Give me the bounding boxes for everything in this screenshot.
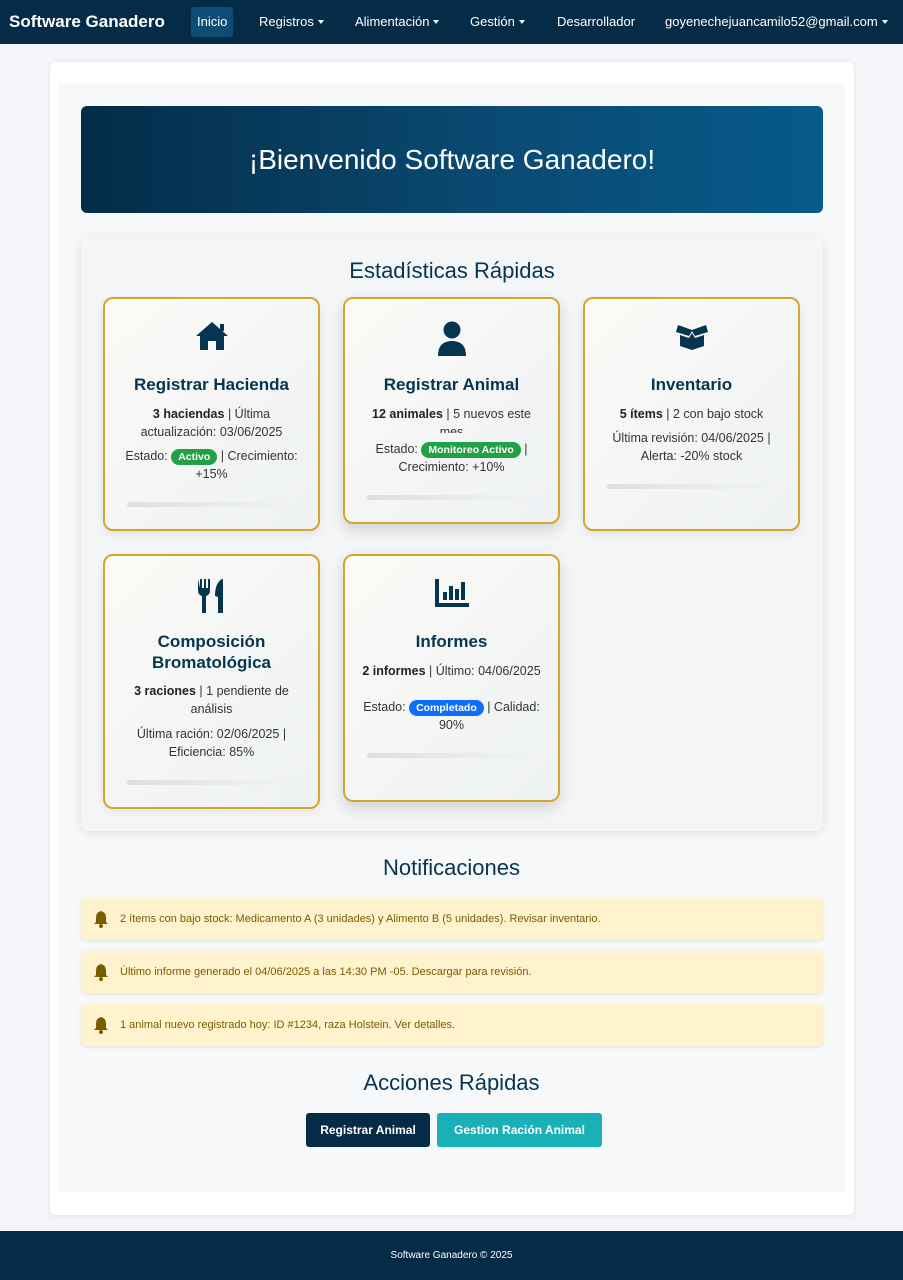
welcome-banner: ¡Bienvenido Software Ganadero! [81, 106, 823, 213]
chevron-down-icon [518, 20, 525, 24]
house-icon [105, 321, 318, 357]
user-icon [345, 321, 558, 357]
card-count: 5 ítems [619, 407, 663, 421]
stats-title: Estadísticas Rápidas [349, 258, 555, 283]
chevron-down-icon [317, 20, 324, 24]
notification-text: 1 animal nuevo registrado hoy: ID #1234,… [120, 1019, 456, 1031]
nav-registros-label: Registros [259, 14, 314, 29]
card-status: Estado: Monitoreo Activo | Crecimiento: … [359, 440, 544, 476]
card-summary-rest: | Último: 04/06/2025 [425, 664, 541, 678]
chart-column-icon [345, 578, 558, 614]
card-summary: 5 ítems | 2 con bajo stock [599, 405, 784, 423]
chevron-down-icon [433, 20, 440, 24]
brand-logo-text[interactable]: Software Ganadero [9, 12, 165, 32]
card-review: Última revisión: 04/06/2025 | Alerta: -2… [612, 431, 771, 463]
card-title: Registrar Animal [383, 375, 520, 394]
quick-actions-title: Acciones Rápidas [363, 1070, 540, 1095]
card-summary: 12 animales | 5 nuevos este mes [359, 405, 544, 433]
nav-alimentacion-dropdown[interactable]: Alimentación [355, 7, 440, 37]
card-status: Estado: Completado | Calidad: 90% [359, 698, 544, 734]
utensils-icon [105, 578, 318, 614]
top-navbar: Software Ganadero Inicio Registros Alime… [0, 0, 903, 44]
card-registrar-hacienda[interactable]: Registrar Hacienda 3 haciendas | Última … [103, 297, 320, 531]
card-summary-rest: | 1 pendiente de análisis [190, 684, 289, 716]
card-summary: 3 raciones | 1 pendiente de análisis [119, 682, 304, 718]
card-composicion-bromatologica[interactable]: Composición Bromatológica 3 raciones | 1… [103, 554, 320, 809]
box-open-icon [585, 321, 798, 357]
bell-icon [94, 964, 108, 981]
card-summary-rest: | 2 con bajo stock [662, 407, 764, 421]
card-summary: 2 informes | Último: 04/06/2025 [359, 662, 544, 687]
nav-registros-dropdown[interactable]: Registros [259, 7, 324, 37]
footer: Software Ganadero © 2025 [0, 1231, 903, 1280]
progress-bar [127, 780, 296, 785]
user-email-label: goyenechejuancamilo52@gmail.com [665, 14, 878, 29]
card-status: Estado: Activo | Crecimiento: +15% [119, 447, 304, 483]
notification-alert: 2 ítems con bajo stock: Medicamento A (3… [81, 898, 823, 940]
notification-text: 2 ítems con bajo stock: Medicamento A (3… [120, 913, 601, 925]
card-count: 3 haciendas [152, 407, 225, 421]
status-badge: Activo [171, 449, 218, 465]
progress-bar [367, 753, 536, 758]
status-badge: Completado [409, 700, 484, 716]
progress-bar [367, 495, 536, 500]
chevron-down-icon [881, 20, 888, 24]
card-title: Inventario [650, 375, 733, 394]
card-last-ration: Última ración: 02/06/2025 | Eficiencia: … [136, 727, 287, 759]
notification-alert: Último informe generado el 04/06/2025 a … [81, 951, 823, 993]
notifications-title: Notificaciones [383, 855, 520, 880]
card-count: 12 animales [372, 407, 443, 421]
nav-gestion-dropdown[interactable]: Gestión [470, 7, 525, 37]
estado-label: Estado: [125, 449, 172, 463]
estado-label: Estado: [363, 700, 410, 714]
card-inventario[interactable]: Inventario 5 ítems | 2 con bajo stock Úl… [583, 297, 800, 531]
bell-icon [94, 1017, 108, 1034]
notification-alert: 1 animal nuevo registrado hoy: ID #1234,… [81, 1004, 823, 1046]
estado-label: Estado: [375, 442, 422, 456]
nav-alimentacion-label: Alimentación [355, 14, 430, 29]
nav-user-dropdown[interactable]: goyenechejuancamilo52@gmail.com [665, 7, 888, 37]
nav-desarrollador[interactable]: Desarrollador [557, 7, 635, 37]
status-badge: Monitoreo Activo [421, 442, 521, 458]
gestion-racion-button[interactable]: Gestion Ración Animal [437, 1113, 602, 1147]
nav-inicio[interactable]: Inicio [191, 7, 234, 37]
card-title: Informes [415, 632, 488, 651]
footer-text: Software Ganadero © 2025 [390, 1250, 513, 1261]
nav-desarrollador-label: Desarrollador [557, 14, 636, 29]
card-summary-rest: | 5 nuevos este mes [439, 407, 531, 433]
card-count: 2 informes [362, 664, 426, 678]
nav-inicio-label: Inicio [197, 14, 228, 29]
registrar-animal-button[interactable]: Registrar Animal [306, 1113, 430, 1147]
notification-text: Último informe generado el 04/06/2025 a … [120, 966, 532, 978]
nav-gestion-label: Gestión [470, 14, 515, 29]
card-title: Composición Bromatológica [151, 632, 272, 672]
progress-bar [127, 502, 296, 507]
progress-bar [607, 484, 776, 489]
card-informes[interactable]: Informes 2 informes | Último: 04/06/2025… [343, 554, 560, 802]
welcome-title: ¡Bienvenido Software Ganadero! [248, 143, 656, 175]
card-registrar-animal[interactable]: Registrar Animal 12 animales | 5 nuevos … [343, 297, 560, 524]
bell-icon [94, 911, 108, 928]
card-summary: 3 haciendas | Última actualización: 03/0… [119, 405, 304, 441]
card-count: 3 raciones [134, 684, 196, 698]
card-title: Registrar Hacienda [134, 375, 289, 394]
